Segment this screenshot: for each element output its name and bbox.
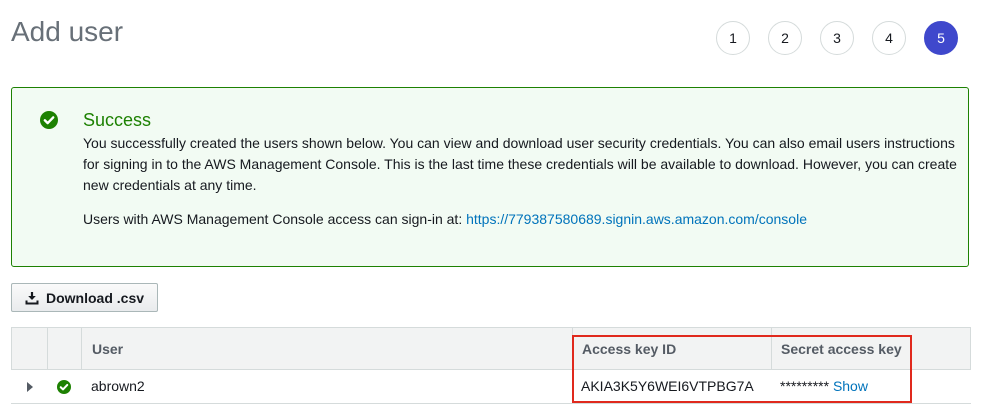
signin-prefix: Users with AWS Management Console access… <box>83 211 467 227</box>
page-title: Add user <box>11 16 124 47</box>
row-success-icon <box>57 370 71 403</box>
header-user[interactable]: User <box>92 328 123 370</box>
step-5[interactable]: 5 <box>924 21 958 55</box>
header-secret-access-key[interactable]: Secret access key <box>781 328 902 370</box>
row-access-key-id: AKIA3K5Y6WEI6VTPBG7A <box>581 378 754 394</box>
step-4[interactable]: 4 <box>872 21 906 55</box>
signin-line: Users with AWS Management Console access… <box>83 211 807 227</box>
download-csv-button[interactable]: Download .csv <box>11 283 158 312</box>
secret-masked: ********* <box>780 378 830 394</box>
alert-heading: Success <box>83 110 152 130</box>
header-access-key-id[interactable]: Access key ID <box>582 328 676 370</box>
alert-message: You successfully created the users shown… <box>83 135 957 193</box>
step-2[interactable]: 2 <box>768 21 802 55</box>
signin-url-link[interactable]: https://779387580689.signin.aws.amazon.c… <box>466 211 807 227</box>
download-icon <box>25 291 39 304</box>
table-header: User Access key ID Secret access key <box>11 327 971 370</box>
success-alert: Success You successfully created the use… <box>11 87 969 267</box>
step-3[interactable]: 3 <box>820 21 854 55</box>
row-secret-access-key: ********* Show <box>780 370 868 403</box>
success-check-icon <box>40 111 58 129</box>
wizard-steps: 1 2 3 4 5 <box>716 21 958 55</box>
row-user: abrown2 <box>91 378 145 394</box>
step-1[interactable]: 1 <box>716 21 750 55</box>
credentials-table: User Access key ID Secret access key abr… <box>11 327 971 404</box>
expand-row-icon[interactable] <box>26 370 34 403</box>
table-row: abrown2 AKIA3K5Y6WEI6VTPBG7A ********* S… <box>11 370 971 404</box>
download-csv-label: Download .csv <box>46 289 145 306</box>
show-secret-link[interactable]: Show <box>833 378 868 394</box>
